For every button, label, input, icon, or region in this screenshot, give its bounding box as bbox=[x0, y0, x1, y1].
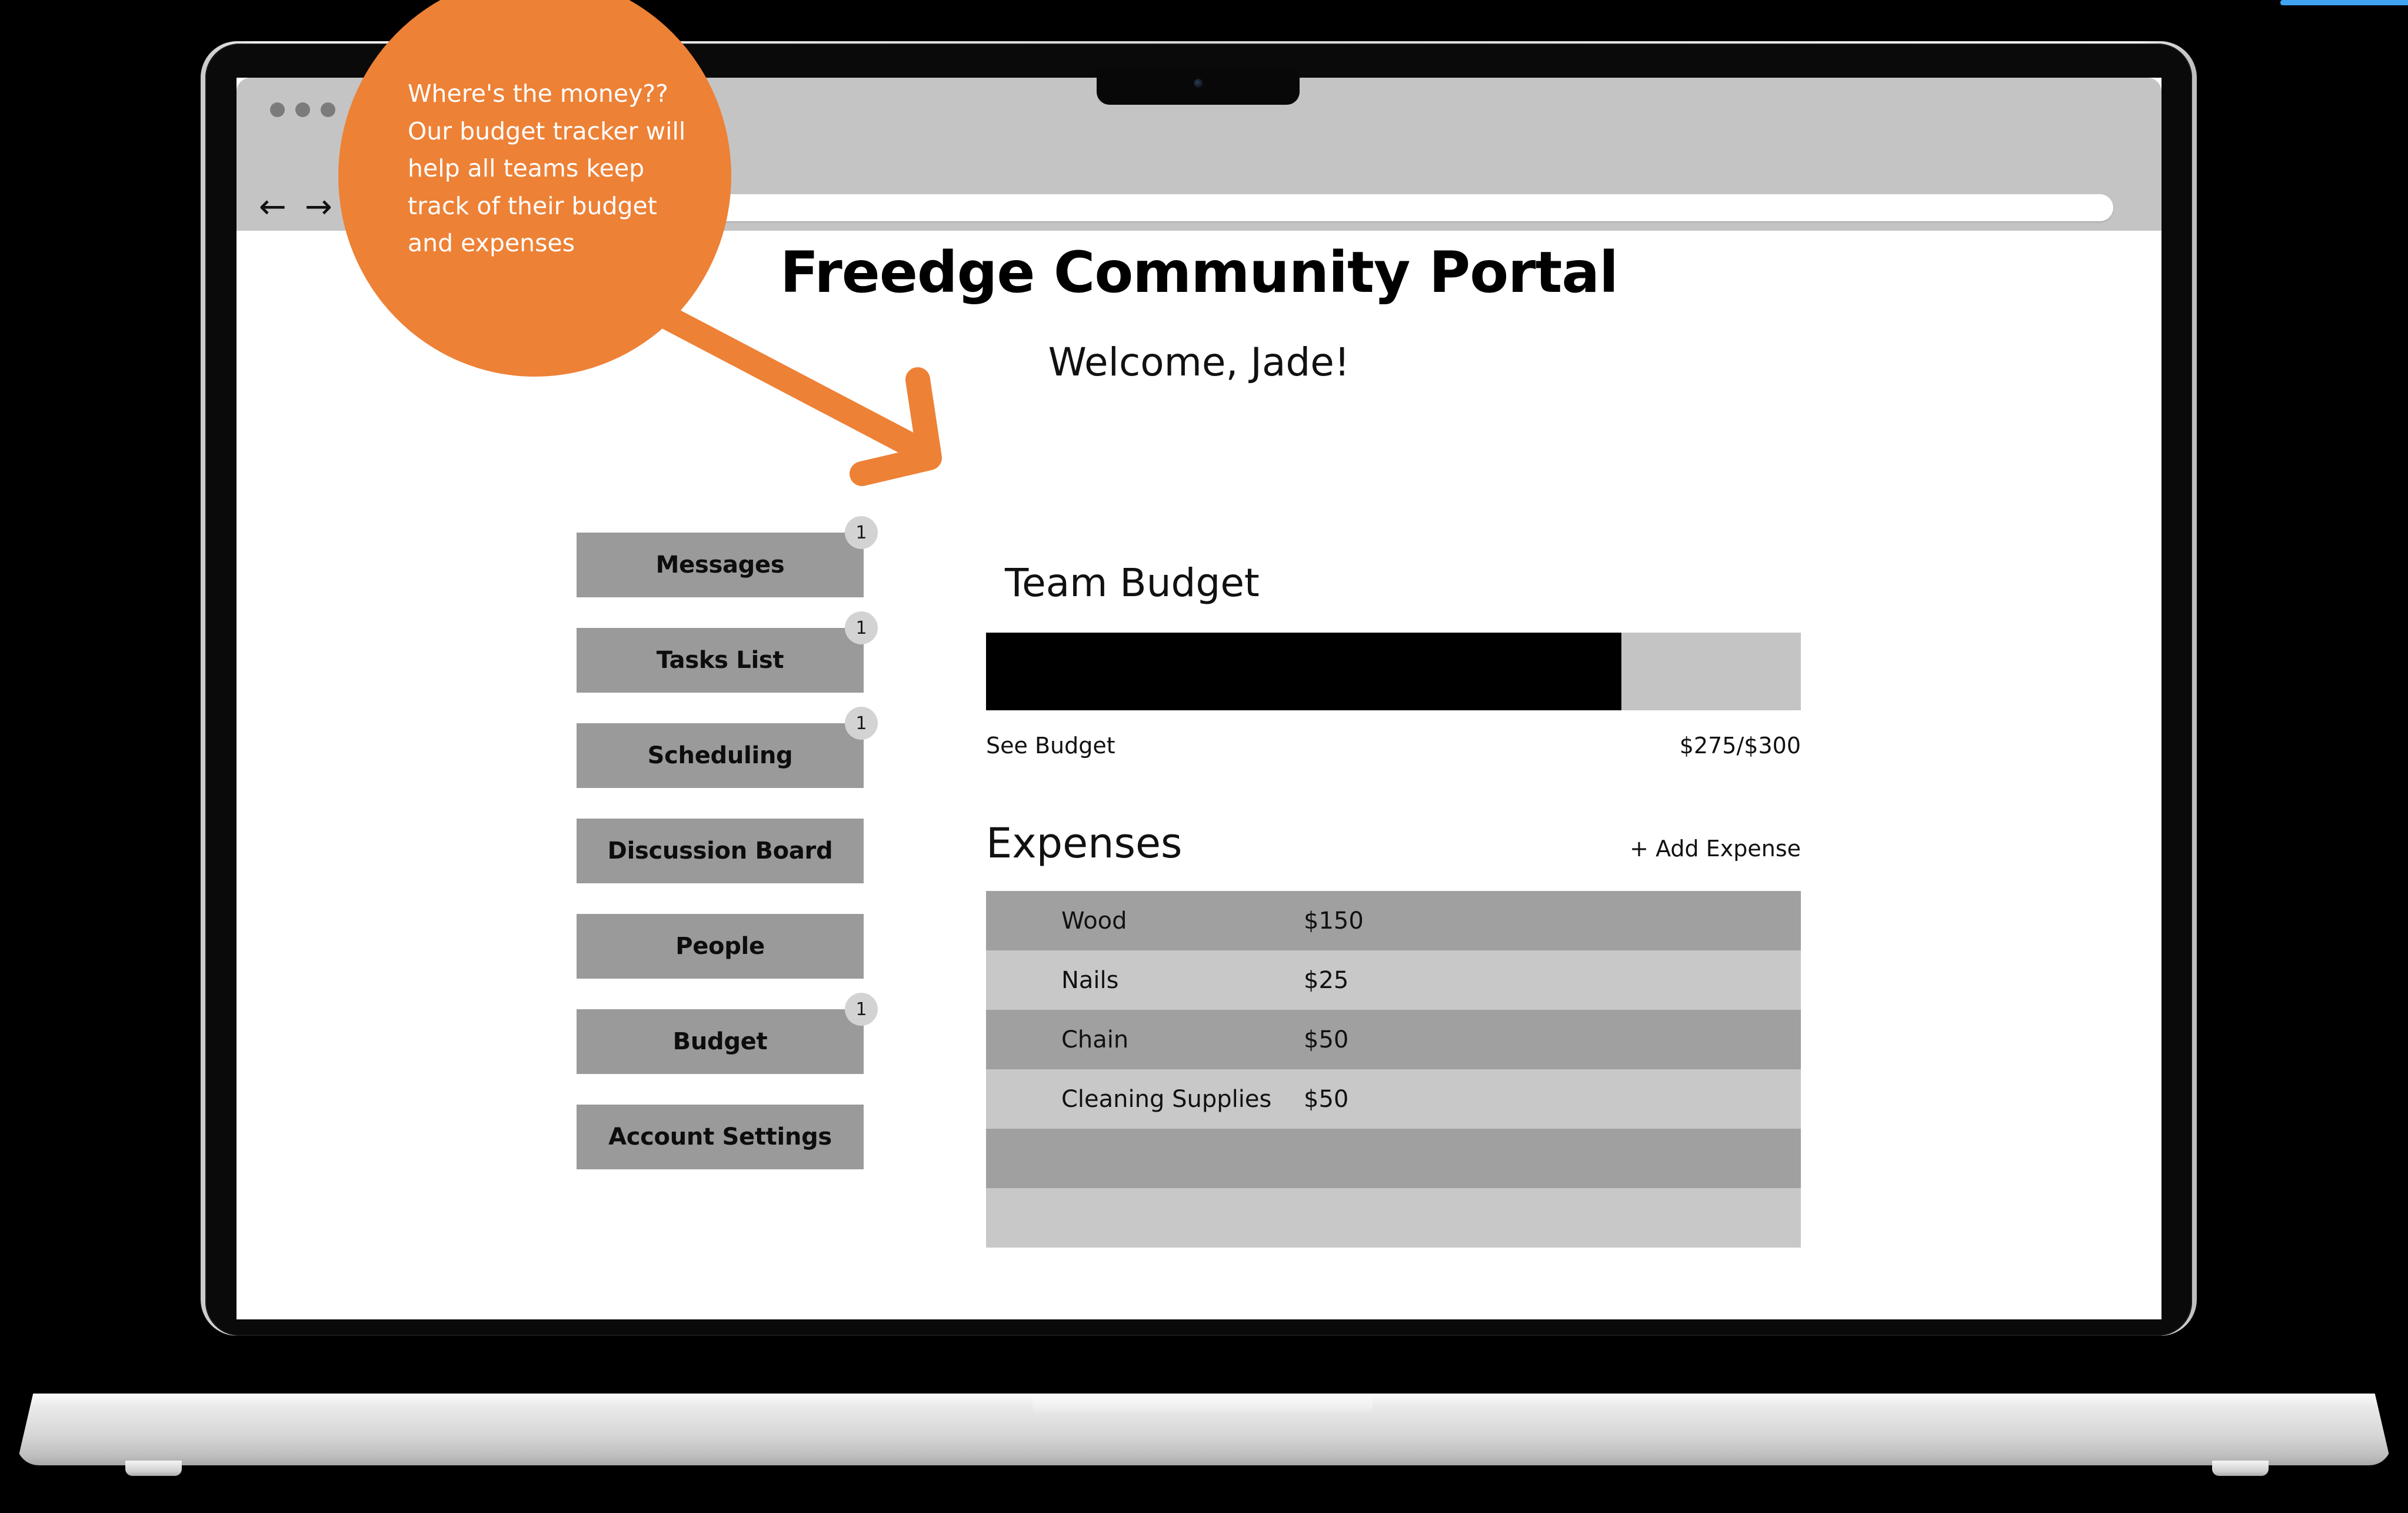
sidebar-item-tasks-list[interactable]: Tasks List 1 bbox=[577, 611, 878, 693]
window-minimize-dot[interactable] bbox=[295, 102, 310, 117]
laptop-notch bbox=[1097, 69, 1300, 105]
sidebar-item-label: People bbox=[675, 933, 765, 960]
callout-text: Where's the money?? Our budget tracker w… bbox=[408, 79, 686, 258]
laptop-base-notch bbox=[1033, 1394, 1373, 1416]
sidebar-item-label: Tasks List bbox=[656, 647, 784, 674]
sidebar-item-people[interactable]: People bbox=[577, 914, 864, 979]
forward-arrow-icon[interactable]: → bbox=[305, 191, 332, 224]
expense-name: Nails bbox=[1061, 966, 1119, 994]
expense-amount: $25 bbox=[1304, 966, 1349, 994]
budget-meta-row: See Budget $275/$300 bbox=[986, 733, 1801, 759]
table-row[interactable]: Cleaning Supplies $50 bbox=[986, 1069, 1801, 1129]
expense-name: Wood bbox=[1061, 907, 1127, 935]
notification-badge: 1 bbox=[845, 611, 878, 644]
expenses-header: Expenses + Add Expense bbox=[986, 819, 1801, 867]
sidebar-item-label: Scheduling bbox=[647, 742, 793, 769]
laptop-foot-right bbox=[2212, 1461, 2269, 1476]
notification-badge: 1 bbox=[845, 707, 878, 740]
sidebar-item-label: Account Settings bbox=[608, 1123, 832, 1150]
camera-icon bbox=[1194, 79, 1203, 88]
expense-amount: $150 bbox=[1304, 907, 1364, 935]
table-row[interactable]: Nails $25 bbox=[986, 950, 1801, 1010]
expenses-heading: Expenses bbox=[986, 819, 1183, 867]
laptop-foot-left bbox=[125, 1461, 182, 1476]
expenses-section: Expenses + Add Expense Wood $150 Nails $… bbox=[986, 819, 1804, 1248]
add-expense-button[interactable]: + Add Expense bbox=[1630, 836, 1801, 867]
notification-badge: 1 bbox=[845, 516, 878, 549]
back-arrow-icon[interactable]: ← bbox=[259, 191, 287, 224]
expenses-table: Wood $150 Nails $25 Chain $50 Cleaning S… bbox=[986, 891, 1801, 1248]
sidebar-nav: Messages 1 Tasks List 1 Scheduling 1 Dis… bbox=[577, 516, 878, 1200]
expense-name: Chain bbox=[1061, 1026, 1129, 1053]
sidebar-item-account-settings[interactable]: Account Settings bbox=[577, 1105, 864, 1169]
table-row[interactable]: Wood $150 bbox=[986, 891, 1801, 950]
notification-badge: 1 bbox=[845, 993, 878, 1026]
sidebar-item-budget[interactable]: Budget 1 bbox=[577, 993, 878, 1074]
table-row[interactable]: Chain $50 bbox=[986, 1010, 1801, 1069]
team-budget-section: Team Budget See Budget $275/$300 bbox=[986, 560, 1804, 759]
table-row-empty[interactable] bbox=[986, 1188, 1801, 1248]
expense-name: Cleaning Supplies bbox=[1061, 1085, 1272, 1113]
sidebar-item-scheduling[interactable]: Scheduling 1 bbox=[577, 707, 878, 788]
window-maximize-dot[interactable] bbox=[321, 102, 335, 117]
sidebar-item-label: Messages bbox=[655, 551, 785, 578]
sidebar-item-label: Discussion Board bbox=[607, 837, 833, 864]
table-row-empty[interactable] bbox=[986, 1129, 1801, 1188]
portal-page: Freedge Community Portal Welcome, Jade! … bbox=[237, 231, 2161, 1319]
team-budget-heading: Team Budget bbox=[1005, 560, 1260, 606]
sidebar-item-discussion-board[interactable]: Discussion Board bbox=[577, 819, 864, 883]
sidebar-item-messages[interactable]: Messages 1 bbox=[577, 516, 878, 597]
see-budget-link[interactable]: See Budget bbox=[986, 733, 1115, 759]
window-close-dot[interactable] bbox=[270, 102, 285, 117]
budget-amount-value: $275/$300 bbox=[1679, 733, 1801, 759]
budget-progress-bar bbox=[986, 633, 1801, 710]
sidebar-item-label: Budget bbox=[672, 1028, 768, 1055]
expense-amount: $50 bbox=[1304, 1085, 1349, 1113]
budget-progress-fill bbox=[986, 633, 1622, 710]
expense-amount: $50 bbox=[1304, 1026, 1349, 1053]
